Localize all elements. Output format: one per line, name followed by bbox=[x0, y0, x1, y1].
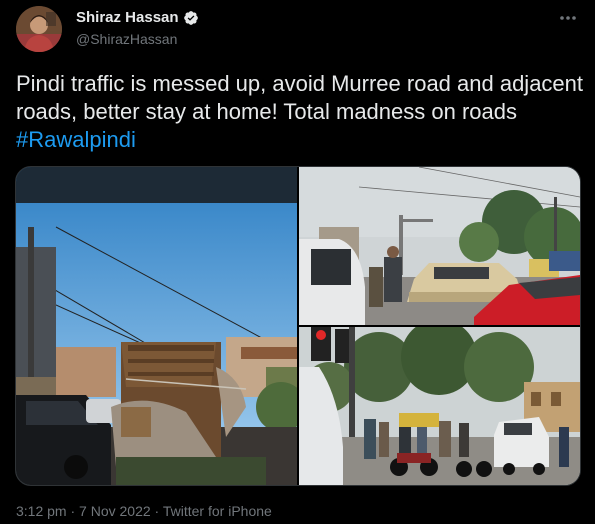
author-handle[interactable]: @ShirazHassan bbox=[76, 31, 177, 47]
photo-left-image bbox=[16, 167, 297, 485]
author-name-row[interactable]: Shiraz Hassan bbox=[76, 9, 199, 26]
photo-top-right-traffic-jam[interactable] bbox=[299, 167, 580, 325]
tweet-client[interactable]: Twitter for iPhone bbox=[163, 503, 272, 519]
tweet-text: Pindi traffic is messed up, avoid Murree… bbox=[16, 70, 586, 154]
photo-top-right-image bbox=[299, 167, 580, 325]
tweet-date[interactable]: 7 Nov 2022 bbox=[79, 503, 151, 519]
verified-badge-icon bbox=[183, 10, 198, 25]
photo-left-traffic-truck[interactable] bbox=[16, 167, 297, 485]
media-grid bbox=[15, 166, 581, 486]
more-options-button[interactable] bbox=[557, 8, 579, 28]
hashtag-link[interactable]: #Rawalpindi bbox=[16, 127, 136, 152]
avatar[interactable] bbox=[16, 6, 62, 52]
avatar-image bbox=[16, 6, 62, 52]
tweet-meta: 3:12 pm · 7 Nov 2022 · Twitter for iPhon… bbox=[16, 503, 272, 519]
more-options-icon bbox=[560, 16, 576, 20]
photo-bottom-right-crowd[interactable] bbox=[299, 327, 580, 485]
author-display-name[interactable]: Shiraz Hassan bbox=[76, 9, 179, 26]
photo-bottom-right-image bbox=[299, 327, 580, 485]
tweet-body: Pindi traffic is messed up, avoid Murree… bbox=[16, 71, 584, 124]
tweet-time[interactable]: 3:12 pm bbox=[16, 503, 67, 519]
